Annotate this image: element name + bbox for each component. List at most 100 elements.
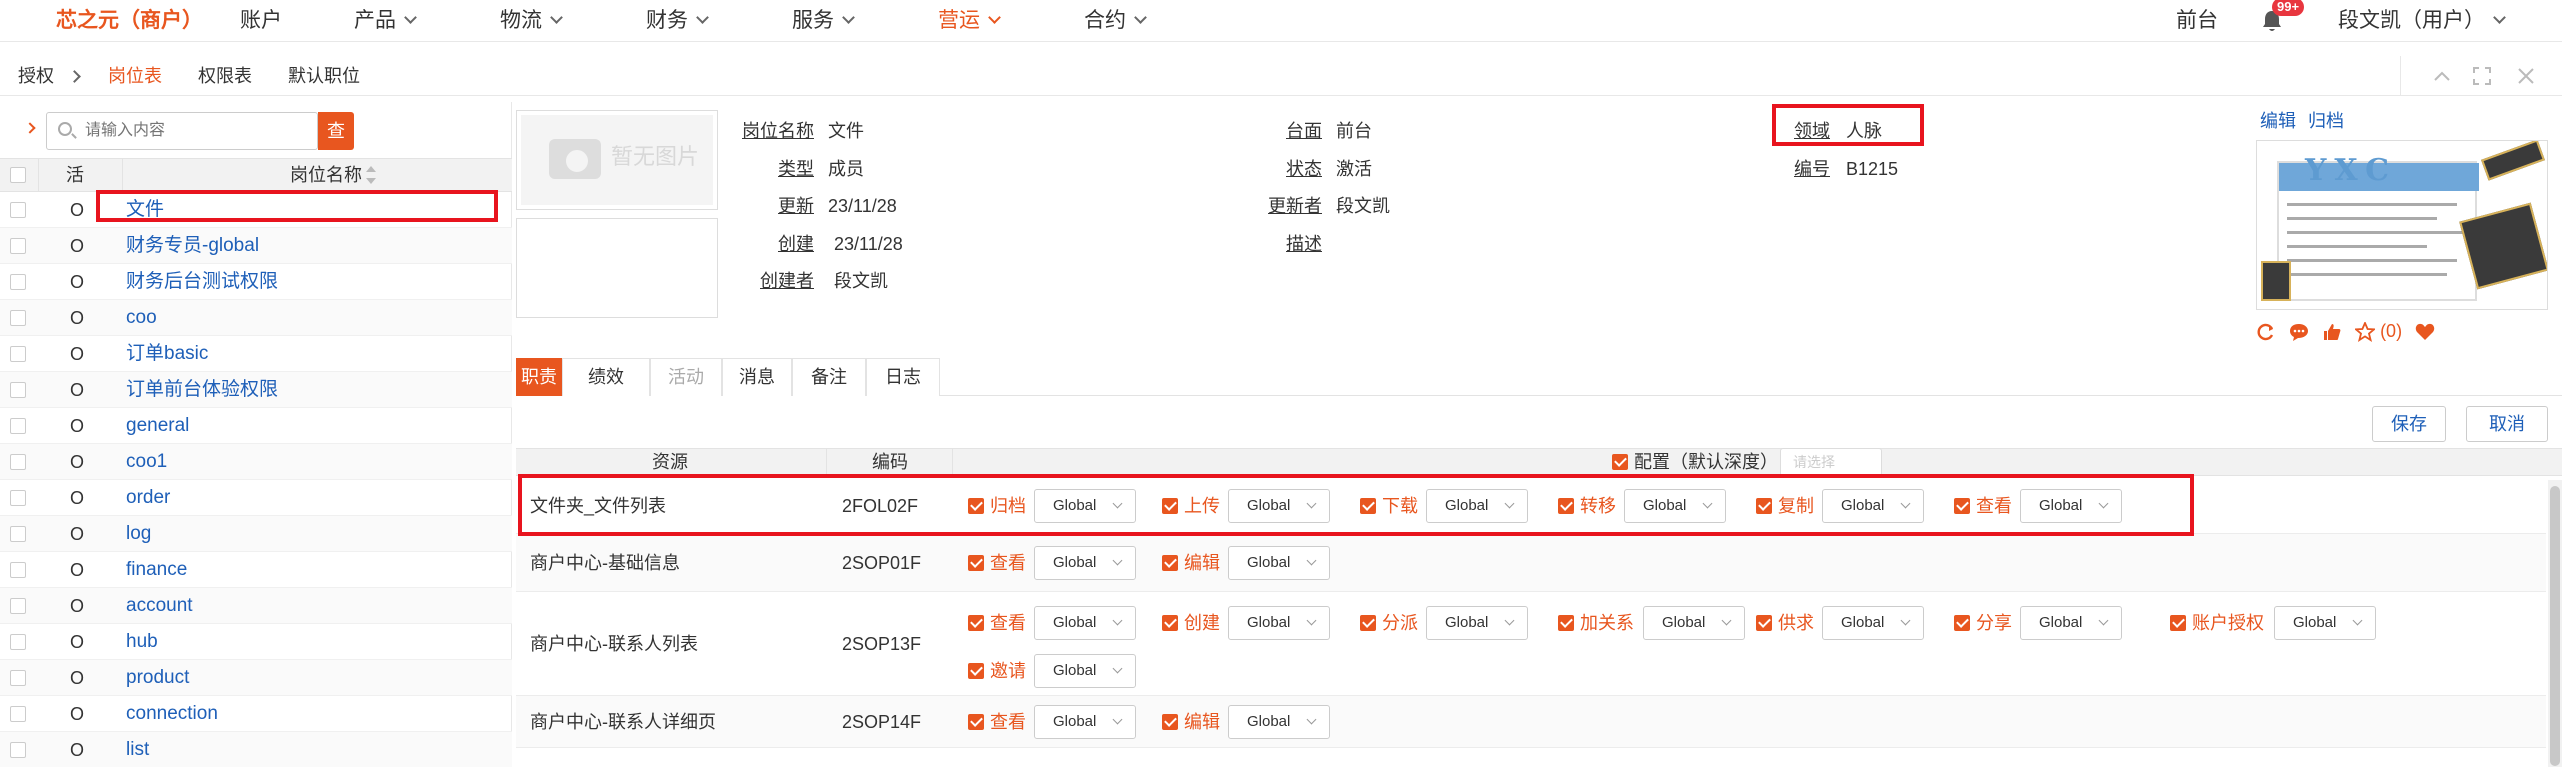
position-name-link[interactable]: list [126, 732, 149, 767]
tab-permission-table[interactable]: 权限表 [198, 56, 252, 96]
nav-item-operations[interactable]: 营运 [938, 0, 1001, 42]
star-icon[interactable] [2353, 320, 2377, 343]
position-name-link[interactable]: 订单basic [126, 336, 208, 372]
list-item[interactable]: Olist [0, 732, 512, 767]
list-item[interactable]: Ocoo1 [0, 444, 512, 480]
image-slot[interactable] [516, 218, 718, 318]
list-item[interactable]: O 订单前台体验权限 [0, 372, 512, 408]
position-name-link[interactable]: 财务专员-global [126, 228, 259, 264]
depth-select[interactable]: Global [2274, 606, 2376, 640]
tab-position-table[interactable]: 岗位表 [108, 56, 162, 96]
depth-select[interactable]: Global [1034, 546, 1136, 580]
permission-checkbox[interactable] [1162, 555, 1178, 571]
depth-select[interactable]: Global [1822, 606, 1924, 640]
permission-checkbox[interactable] [1360, 615, 1376, 631]
permission-checkbox[interactable] [1756, 615, 1772, 631]
list-item[interactable]: O 财务专员-global [0, 228, 512, 264]
list-item[interactable]: Ocoo [0, 300, 512, 336]
position-name-link[interactable]: hub [126, 624, 158, 660]
archive-link[interactable]: 归档 [2308, 110, 2344, 132]
expand-arrow-icon[interactable] [24, 122, 36, 134]
row-checkbox[interactable] [10, 706, 26, 722]
depth-select[interactable]: Global [1034, 705, 1136, 739]
col-name-header[interactable]: 岗位名称 [290, 159, 386, 191]
permission-checkbox[interactable] [968, 555, 984, 571]
permission-checkbox[interactable] [1558, 615, 1574, 631]
row-checkbox[interactable] [10, 418, 26, 434]
tab-messages[interactable]: 消息 [722, 358, 792, 396]
permission-checkbox[interactable] [968, 714, 984, 730]
permission-checkbox[interactable] [1162, 615, 1178, 631]
list-item[interactable]: Oconnection [0, 696, 512, 732]
depth-select[interactable]: Global [1643, 606, 1745, 640]
permission-checkbox[interactable] [2170, 615, 2186, 631]
frontdesk-link[interactable]: 前台 [2176, 0, 2218, 42]
row-checkbox[interactable] [10, 526, 26, 542]
list-item[interactable]: O 订单basic [0, 336, 512, 372]
brand-logo[interactable]: 芯之元（商户） [56, 0, 203, 42]
position-name-link[interactable]: 财务后台测试权限 [126, 264, 278, 300]
row-checkbox[interactable] [10, 382, 26, 398]
tab-duties[interactable]: 职责 [516, 358, 562, 396]
save-button[interactable]: 保存 [2372, 406, 2446, 442]
list-item[interactable]: Olog [0, 516, 512, 552]
select-all-checkbox[interactable] [10, 167, 26, 183]
position-name-link[interactable]: connection [126, 696, 218, 732]
list-item[interactable]: Oorder [0, 480, 512, 516]
row-checkbox[interactable] [10, 670, 26, 686]
depth-select[interactable]: Global [2020, 606, 2122, 640]
cancel-button[interactable]: 取消 [2466, 406, 2548, 442]
list-item[interactable]: O 财务后台测试权限 [0, 264, 512, 300]
row-checkbox[interactable] [10, 310, 26, 326]
nav-item-account[interactable]: 账户 [240, 0, 282, 42]
edit-link[interactable]: 编辑 [2260, 110, 2296, 132]
scrollbar-thumb[interactable] [2550, 486, 2560, 766]
nav-item-product[interactable]: 产品 [354, 0, 417, 42]
position-name-link[interactable]: product [126, 660, 189, 696]
heart-icon[interactable] [2415, 322, 2435, 342]
tab-notes[interactable]: 备注 [792, 358, 866, 396]
chevron-up-icon[interactable] [2432, 66, 2452, 86]
position-name-link[interactable]: log [126, 516, 151, 552]
position-name-link[interactable]: 订单前台体验权限 [126, 372, 278, 408]
position-name-link[interactable]: coo1 [126, 444, 167, 480]
thumbs-up-icon[interactable] [2322, 322, 2342, 342]
depth-select[interactable]: Global [1228, 705, 1330, 739]
nav-item-logistics[interactable]: 物流 [500, 0, 563, 42]
search-input[interactable] [46, 112, 318, 150]
permission-checkbox[interactable] [968, 615, 984, 631]
row-checkbox[interactable] [10, 274, 26, 290]
permission-checkbox[interactable] [968, 663, 984, 679]
depth-select[interactable]: Global [1228, 606, 1330, 640]
breadcrumb-root[interactable]: 授权 [18, 56, 54, 96]
row-checkbox[interactable] [10, 346, 26, 362]
close-icon[interactable] [2516, 66, 2536, 86]
list-item[interactable]: Ofinance [0, 552, 512, 588]
tab-performance[interactable]: 绩效 [562, 358, 650, 396]
scrollbar[interactable] [2548, 480, 2562, 767]
comment-icon[interactable] [2289, 322, 2309, 342]
list-item[interactable]: Oaccount [0, 588, 512, 624]
image-placeholder[interactable]: 暂无图片 [516, 110, 718, 210]
position-name-link[interactable]: account [126, 588, 193, 624]
permission-checkbox[interactable] [1162, 714, 1178, 730]
depth-select[interactable]: Global [1034, 606, 1136, 640]
list-item[interactable]: Ohub [0, 624, 512, 660]
permission-checkbox[interactable] [1954, 615, 1970, 631]
user-menu[interactable]: 段文凯（用户） [2338, 0, 2506, 42]
list-item[interactable]: Ogeneral [0, 408, 512, 444]
position-name-link[interactable]: general [126, 408, 189, 444]
depth-select[interactable]: Global [1228, 546, 1330, 580]
row-checkbox[interactable] [10, 634, 26, 650]
row-checkbox[interactable] [10, 562, 26, 578]
position-name-link[interactable]: coo [126, 300, 157, 336]
row-checkbox[interactable] [10, 238, 26, 254]
search-button[interactable]: 查 [318, 112, 354, 150]
product-image[interactable]: YXC [2256, 140, 2548, 310]
depth-select[interactable]: Global [1034, 654, 1136, 688]
nav-item-service[interactable]: 服务 [792, 0, 855, 42]
list-item[interactable]: Oproduct [0, 660, 512, 696]
tab-default-position[interactable]: 默认职位 [288, 56, 360, 96]
tab-log[interactable]: 日志 [866, 358, 940, 396]
nav-item-finance[interactable]: 财务 [646, 0, 709, 42]
